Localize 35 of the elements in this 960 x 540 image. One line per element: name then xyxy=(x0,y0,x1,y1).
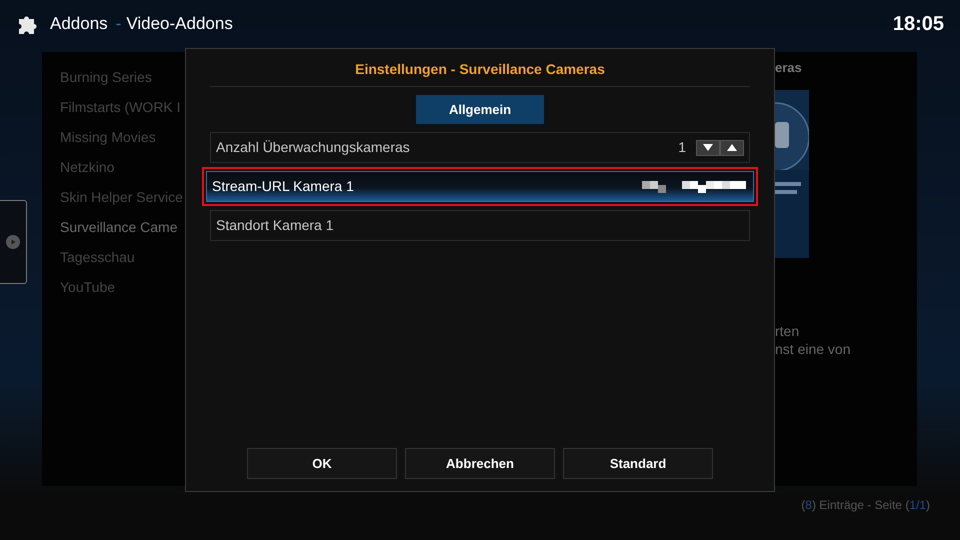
spin-down-button[interactable] xyxy=(696,140,720,156)
addon-list-item[interactable]: Netzkino xyxy=(60,152,185,182)
description-line: nst eine von xyxy=(775,340,852,358)
setting-row[interactable]: Stream-URL Kamera 1 xyxy=(206,171,754,202)
addon-list-item[interactable]: YouTube xyxy=(60,272,185,302)
down-triangle-icon xyxy=(703,144,713,151)
setting-label: Standort Kamera 1 xyxy=(216,216,334,235)
clock: 18:05 xyxy=(892,12,944,37)
dialog-title: Einstellungen - Surveillance Cameras xyxy=(210,53,750,87)
setting-row[interactable]: Standort Kamera 1 xyxy=(210,210,750,241)
header-subtitle: Video-Addons xyxy=(126,13,233,36)
header-separator: - xyxy=(116,13,122,36)
addon-list-item[interactable]: Tagesschau xyxy=(60,242,185,272)
dialog-button[interactable]: OK xyxy=(247,448,397,479)
addon-list-item[interactable]: Surveillance Came xyxy=(60,212,185,242)
description-line: rten xyxy=(775,322,800,340)
up-triangle-icon xyxy=(727,144,737,151)
header-title: Addons xyxy=(50,13,108,36)
addon-list-item[interactable]: Skin Helper Service xyxy=(60,182,185,212)
panel-title: eras xyxy=(775,59,803,77)
spin-up-button[interactable] xyxy=(720,140,744,156)
item-count: (8) Einträge - Seite (1/1) xyxy=(801,497,930,514)
setting-value: 1 xyxy=(678,138,686,157)
dialog-button[interactable]: Standard xyxy=(563,448,713,479)
addon-list-item[interactable]: Missing Movies xyxy=(60,122,185,152)
play-circle-icon xyxy=(6,235,20,249)
setting-label: Stream-URL Kamera 1 xyxy=(212,177,354,196)
setting-label: Anzahl Überwachungskameras xyxy=(216,138,410,157)
side-menu-tab[interactable] xyxy=(0,200,27,284)
pixelated-value-icon xyxy=(642,178,748,194)
addon-list-item[interactable]: Filmstarts (WORK I xyxy=(60,92,185,122)
setting-row[interactable]: Anzahl Überwachungskameras 1 xyxy=(210,132,750,163)
addon-list-item[interactable]: Burning Series xyxy=(60,62,185,92)
category-tab[interactable]: Allgemein xyxy=(416,95,544,124)
dialog-button[interactable]: Abbrechen xyxy=(405,448,555,479)
